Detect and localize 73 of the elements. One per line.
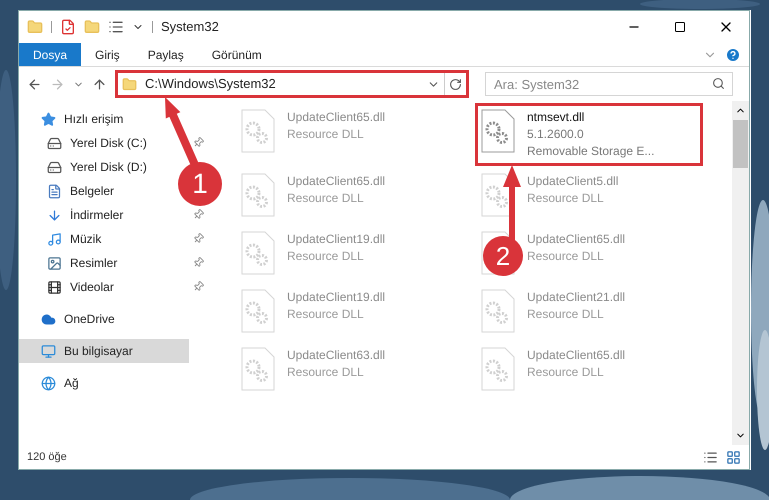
ribbon-tab[interactable]: Paylaş — [134, 43, 198, 66]
sidebar-item[interactable]: Videolar — [47, 275, 122, 299]
file-name: UpdateClient21.dll — [527, 289, 626, 306]
download-icon — [47, 208, 62, 222]
sidebar-item[interactable]: Bu bilgisayar — [19, 339, 189, 363]
sidebar-item[interactable]: Yerel Disk (C:) — [47, 131, 155, 155]
ribbon-tab[interactable]: Dosya — [19, 43, 82, 66]
file-icon — [481, 347, 515, 391]
maximize-icon — [674, 21, 686, 33]
sidebar-item[interactable]: Müzik — [47, 227, 110, 251]
window-title: System32 — [161, 18, 219, 36]
file-icon — [481, 109, 515, 153]
document-icon — [47, 184, 62, 198]
file-name: UpdateClient65.dll — [527, 347, 626, 364]
file-icon — [481, 289, 515, 333]
file-name: ntmsevt.dll — [527, 109, 586, 126]
drive-icon — [47, 136, 62, 150]
file-icon — [241, 231, 275, 275]
star-icon — [41, 112, 56, 126]
back-icon[interactable] — [27, 76, 42, 92]
properties-icon[interactable] — [60, 19, 76, 35]
file-detail: Resource DLL — [287, 248, 365, 265]
sidebar-item[interactable]: Belgeler — [47, 179, 122, 203]
refresh-icon[interactable] — [449, 78, 462, 90]
file-name: UpdateClient65.dll — [287, 173, 386, 190]
file-name: UpdateClient19.dll — [287, 289, 386, 306]
drive-icon — [47, 160, 62, 174]
sidebar-item[interactable]: İndirmeler — [47, 203, 132, 227]
details-view-icon[interactable] — [703, 450, 718, 464]
sidebar-item[interactable]: OneDrive — [41, 307, 123, 331]
ribbon-tab[interactable]: Giriş — [81, 43, 134, 66]
file-detail: Resource DLL — [287, 306, 365, 323]
folder-icon — [122, 76, 137, 92]
sidebar-item[interactable]: Yerel Disk (D:) — [47, 155, 155, 179]
file-name: UpdateClient65.dll — [527, 231, 626, 248]
file-detail: Resource DLL — [527, 248, 605, 265]
file-detail: Resource DLL — [527, 306, 605, 323]
address-bar[interactable]: C:\Windows\System32 — [115, 70, 469, 98]
file-name: UpdateClient65.dll — [287, 109, 386, 126]
music-note-icon — [47, 232, 62, 246]
file-icon — [241, 109, 275, 153]
file-icon — [241, 173, 275, 217]
file-detail: 5.1.2600.0 — [527, 126, 585, 143]
search-field[interactable]: Ara: System32 — [485, 72, 733, 96]
up-icon[interactable] — [92, 76, 107, 92]
list-icon[interactable] — [108, 19, 124, 35]
item-count: 120 öğe — [27, 450, 67, 465]
search-icon[interactable] — [712, 77, 725, 90]
file-detail: Removable Storage E... — [527, 143, 654, 160]
file-detail: Resource DLL — [287, 190, 365, 207]
file-detail: Resource DLL — [287, 126, 365, 143]
scroll-thumb[interactable] — [733, 120, 748, 168]
sidebar-item[interactable]: Ağ — [41, 371, 87, 395]
sidebar-item[interactable]: Resimler — [47, 251, 126, 275]
highlighted-file-item[interactable]: ntmsevt.dll 5.1.2600.0 Removable Storage E... — [475, 103, 703, 166]
file-detail: Resource DLL — [527, 364, 605, 381]
ribbon-tab[interactable]: Görünüm — [198, 43, 276, 66]
sidebar-item[interactable]: Hızlı erişim — [41, 107, 132, 131]
cloud-icon — [41, 312, 56, 326]
file-detail: Resource DLL — [287, 364, 365, 381]
network-icon — [41, 376, 56, 390]
file-name: UpdateClient63.dll — [287, 347, 386, 364]
scrollbar[interactable] — [732, 101, 749, 445]
large-icons-view-icon[interactable] — [726, 450, 741, 464]
help-icon[interactable] — [725, 46, 741, 62]
file-name: UpdateClient5.dll — [527, 173, 618, 190]
computer-icon — [41, 344, 56, 358]
film-icon — [47, 280, 62, 294]
file-icon — [241, 289, 275, 333]
file-name: UpdateClient19.dll — [287, 231, 386, 248]
file-detail: Resource DLL — [527, 190, 605, 207]
file-icon — [241, 347, 275, 391]
picture-icon — [47, 256, 62, 270]
